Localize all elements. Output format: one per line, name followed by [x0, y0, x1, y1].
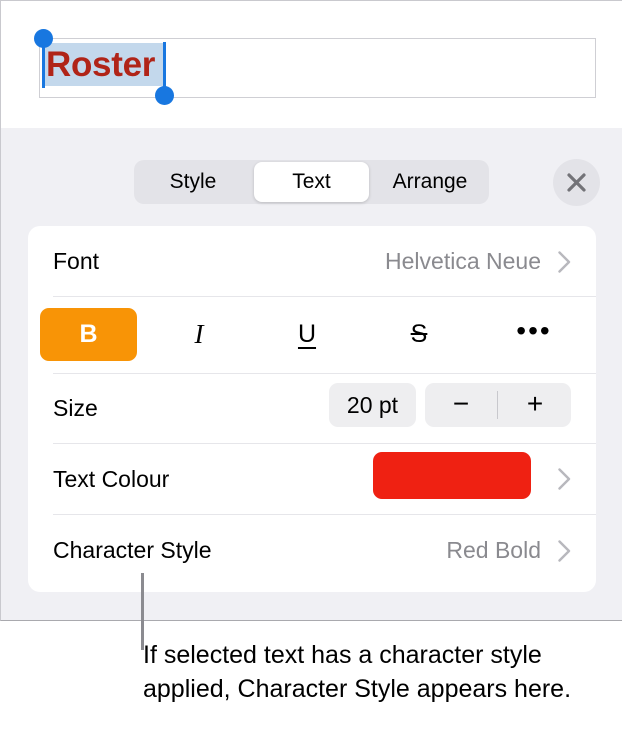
font-label: Font [53, 248, 100, 274]
chevron-right-icon [558, 251, 571, 273]
row-character-style[interactable]: Character Style Red Bold [28, 514, 596, 592]
panel-segmented-control[interactable]: Style Arrange Text [134, 160, 489, 204]
row-format-buttons: B I U S ••• [28, 296, 596, 373]
tab-style[interactable]: Style [134, 160, 252, 204]
selected-text[interactable]: Roster [46, 46, 155, 84]
tab-text-label: Text [292, 170, 331, 193]
row-font[interactable]: Font Helvetica Neue [28, 226, 596, 296]
size-value: 20 pt [346, 392, 399, 418]
format-panel: Style Arrange Text Font Helvetica Neue B… [0, 128, 622, 621]
character-style-label: Character Style [53, 537, 212, 563]
italic-button[interactable]: I [169, 308, 229, 361]
size-decrement-button[interactable]: − [425, 383, 497, 427]
size-label: Size [53, 395, 98, 421]
selection-handle-end[interactable] [155, 86, 174, 105]
callout-text: If selected text has a character style a… [143, 641, 572, 703]
screenshot-root: Roster Style Arrange Text Font Helvetica… [0, 0, 622, 750]
text-colour-swatch[interactable] [373, 452, 531, 499]
chevron-right-icon [558, 540, 571, 562]
selection-handle-start[interactable] [34, 29, 53, 48]
row-text-colour[interactable]: Text Colour [28, 443, 596, 514]
underline-button[interactable]: U [277, 308, 337, 361]
row-size: Size 20 pt − + [28, 373, 596, 443]
tab-text[interactable]: Text [254, 162, 369, 202]
size-stepper[interactable]: − + [425, 383, 571, 427]
character-style-value: Red Bold [446, 537, 541, 563]
more-options-button[interactable]: ••• [504, 308, 564, 361]
strikethrough-button[interactable]: S [389, 308, 449, 361]
bold-button[interactable]: B [40, 308, 137, 361]
close-button[interactable] [553, 159, 600, 206]
selection-caret-end [163, 42, 166, 88]
document-canvas: Roster [0, 0, 622, 128]
size-value-button[interactable]: 20 pt [329, 383, 416, 427]
bold-icon: B [79, 320, 98, 348]
size-increment-button[interactable]: + [499, 383, 571, 427]
tab-arrange[interactable]: Arrange [371, 160, 489, 204]
format-options-card: Font Helvetica Neue B I U S ••• Size 20 … [28, 226, 596, 592]
selection-caret-start [42, 42, 45, 88]
stepper-divider [497, 391, 498, 419]
close-icon [567, 173, 586, 192]
chevron-right-icon [558, 468, 571, 490]
font-value: Helvetica Neue [385, 248, 541, 274]
text-colour-label: Text Colour [53, 466, 170, 492]
